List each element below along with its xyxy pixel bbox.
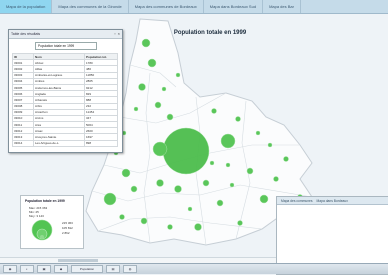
taskbar-icon-doc[interactable]: ▤	[106, 265, 120, 273]
taskbar-icon-map[interactable]: ◍	[123, 265, 137, 273]
tab-population[interactable]: Mapa de la population	[0, 0, 53, 13]
legend-label-medium: 105 812	[62, 226, 73, 230]
tab-bar[interactable]: Mapa des Bar	[263, 0, 301, 13]
results-table-window[interactable]: Table des résultats ▫ × Population total…	[8, 29, 123, 153]
taskbar: ◉ ◐ ▣ ◆ Population ▤ ◍	[0, 263, 388, 274]
close-icon[interactable]: ×	[118, 32, 120, 36]
attribute-select[interactable]: Population totale en 1999	[35, 42, 97, 50]
legend-title: Population totale en 1999	[25, 199, 65, 203]
window-controls: ▫ ×	[114, 32, 120, 36]
top-tab-bar: Mapa de la population Mapa des communes …	[0, 0, 388, 14]
secondary-tab-bordeaux[interactable]: Mapa dans Bordeaux	[317, 199, 348, 203]
taskbar-active-item[interactable]: Population	[71, 265, 103, 273]
tab-bordeaux-sud[interactable]: Mapa dans Bordeaux Sud	[204, 0, 264, 13]
tab-bordeaux[interactable]: Mapa des communes de Bordeaux	[129, 0, 204, 13]
map-title: Population totale en 1999	[173, 30, 247, 36]
minimize-icon[interactable]: ▫	[114, 32, 115, 36]
start-button[interactable]: ◉	[3, 265, 17, 273]
taskbar-icon-folder[interactable]: ▣	[37, 265, 51, 273]
table-window-title: Table des résultats	[11, 32, 41, 36]
legend-circle-small	[40, 235, 44, 239]
cell-population: 898	[84, 139, 118, 147]
legend-label-large: 215 363	[62, 221, 73, 225]
legend-circles	[31, 219, 53, 241]
cell-id: 33014	[12, 139, 34, 147]
map-legend: Population totale en 1999 Max: 215 363 M…	[20, 195, 84, 249]
tab-gironde[interactable]: Mapa des communes de la Gironde	[52, 0, 129, 13]
taskbar-active-label: Population	[79, 267, 95, 271]
table-row[interactable]: 33014 Les Artigues-de-L. 898	[12, 139, 118, 147]
taskbar-icon-app[interactable]: ◆	[54, 265, 68, 273]
cell-name: Les Artigues-de-L.	[33, 139, 85, 147]
scrollbar-thumb[interactable]	[58, 259, 98, 262]
legend-label-small: 2 862	[62, 231, 70, 235]
secondary-window-tabs: Mapa des communes Mapa dans Bordeaux	[277, 197, 388, 205]
table-window-titlebar[interactable]: Table des résultats ▫ ×	[9, 30, 122, 39]
secondary-tab-communes[interactable]: Mapa des communes	[281, 199, 313, 203]
taskbar-icon-browser[interactable]: ◐	[20, 265, 34, 273]
results-table: ID Nom Population tot. 33001 Abzac 1780 33…	[12, 52, 118, 147]
attribute-select-value: Population totale en 1999	[38, 44, 75, 48]
